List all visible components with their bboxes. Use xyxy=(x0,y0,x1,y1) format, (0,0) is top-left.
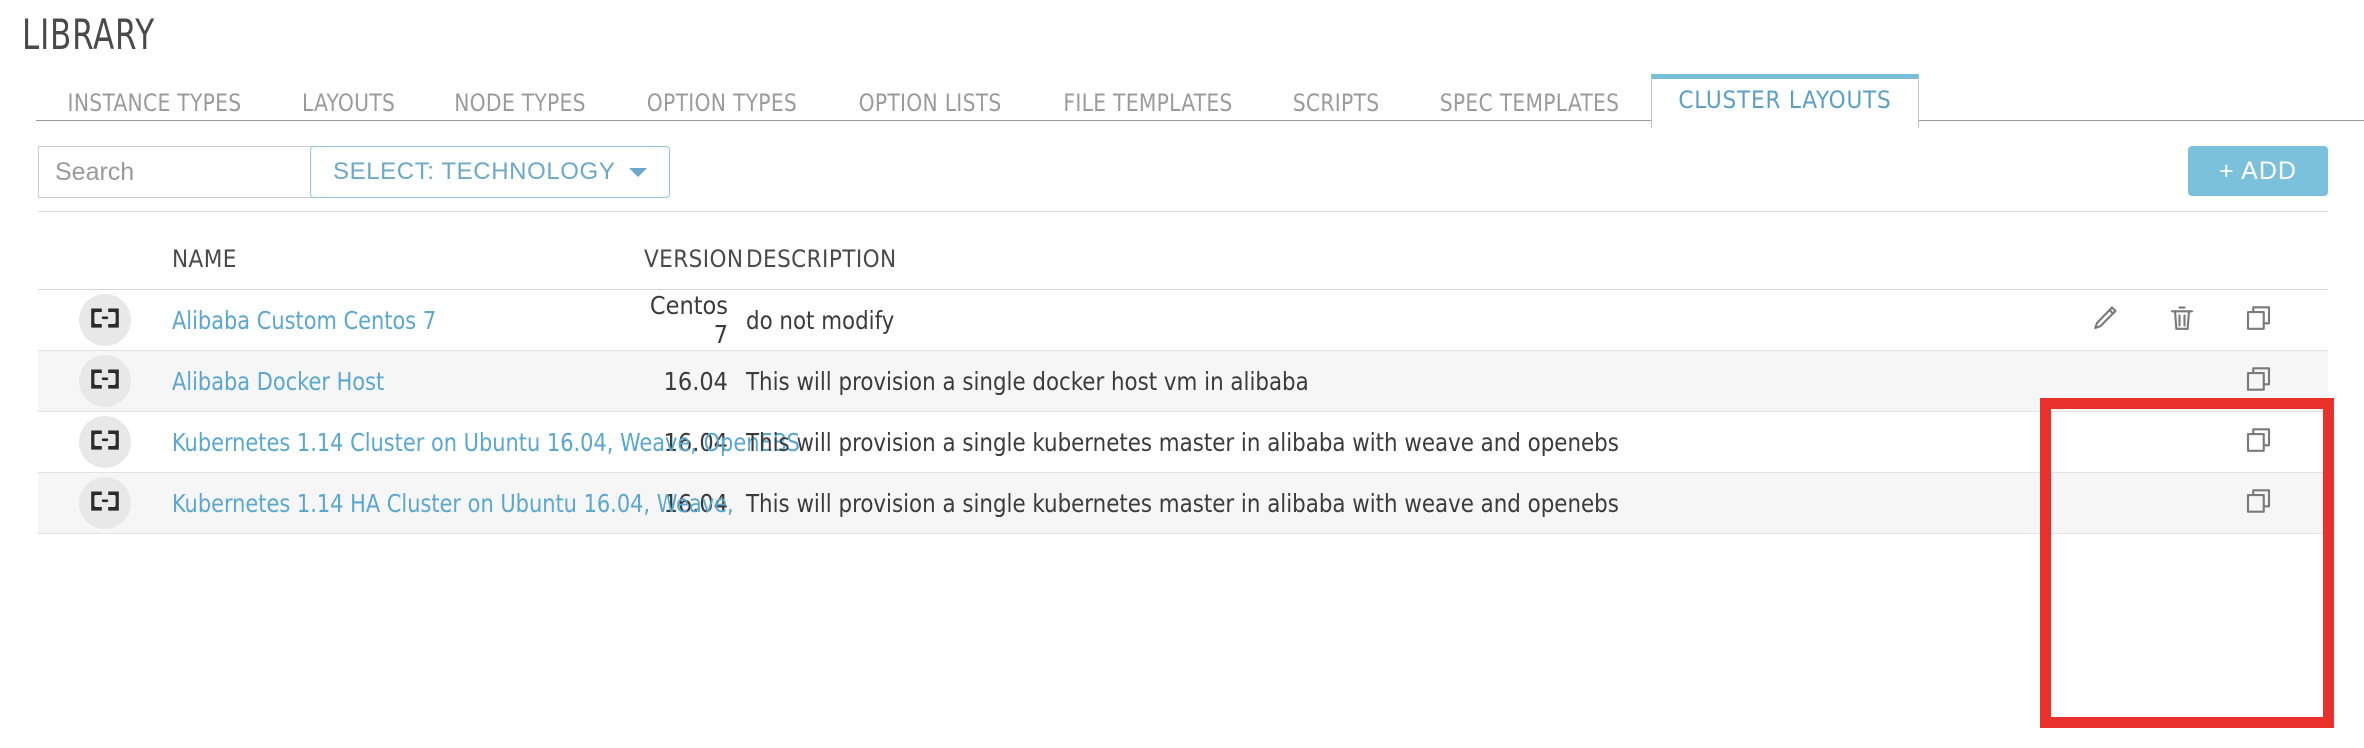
row-icon-cell xyxy=(38,477,172,529)
column-header-description: DESCRIPTION xyxy=(746,244,897,273)
table-header-row: NAME VERSION DESCRIPTION xyxy=(38,228,2328,290)
tab-layouts[interactable]: LAYOUTS xyxy=(278,79,420,129)
cluster-icon xyxy=(88,362,122,401)
technology-filter-dropdown[interactable]: SELECT: TECHNOLOGY xyxy=(310,146,671,198)
layout-name-link[interactable]: Alibaba Docker Host xyxy=(172,367,384,396)
table-body: Alibaba Custom Centos 7 Centos 7 do not mo… xyxy=(38,290,2328,534)
add-button[interactable]: + ADD xyxy=(2188,146,2328,196)
duplicate-button[interactable] xyxy=(2236,419,2282,465)
tab-option-types[interactable]: OPTION TYPES xyxy=(623,79,822,129)
cluster-badge xyxy=(79,294,131,346)
cluster-icon xyxy=(88,484,122,523)
row-name-cell: Kubernetes 1.14 HA Cluster on Ubuntu 16.… xyxy=(172,489,734,518)
row-description-cell: This will provision a single kubernetes … xyxy=(728,428,2036,457)
tab-cluster-layouts[interactable]: CLUSTER LAYOUTS xyxy=(1651,74,1919,128)
cluster-layouts-table: NAME VERSION DESCRIPTION Alibaba Custom … xyxy=(38,228,2328,534)
duplicate-icon xyxy=(2244,303,2274,338)
tab-instance-types[interactable]: INSTANCE TYPES xyxy=(43,79,266,129)
row-description-cell: This will provision a single kubernetes … xyxy=(728,489,2036,518)
cluster-badge xyxy=(79,355,131,407)
duplicate-icon xyxy=(2244,486,2274,521)
duplicate-icon xyxy=(2244,425,2274,460)
delete-button[interactable] xyxy=(2159,297,2205,343)
layout-description: This will provision a single kubernetes … xyxy=(746,427,1619,457)
edit-icon xyxy=(2090,303,2120,338)
layout-description: This will provision a single kubernetes … xyxy=(746,488,1619,518)
tab-list: INSTANCE TYPES LAYOUTS NODE TYPES OPTION TY… xyxy=(36,74,1919,128)
cluster-badge xyxy=(79,416,131,468)
table-row[interactable]: Kubernetes 1.14 HA Cluster on Ubuntu 16.… xyxy=(38,473,2328,534)
edit-button[interactable] xyxy=(2082,297,2128,343)
search-input[interactable] xyxy=(38,146,356,198)
row-name-cell: Alibaba Docker Host xyxy=(172,367,644,396)
row-actions-cell xyxy=(2036,358,2328,404)
delete-icon xyxy=(2167,303,2197,338)
technology-filter-label: SELECT: TECHNOLOGY xyxy=(333,158,616,185)
cluster-icon xyxy=(88,301,122,340)
row-icon-cell xyxy=(38,416,172,468)
layout-name-link[interactable]: Kubernetes 1.14 Cluster on Ubuntu 16.04,… xyxy=(172,428,800,457)
row-description-cell: This will provision a single docker host… xyxy=(728,367,2036,396)
table-row[interactable]: Alibaba Custom Centos 7 Centos 7 do not mo… xyxy=(38,290,2328,351)
layout-name-link[interactable]: Alibaba Custom Centos 7 xyxy=(172,306,436,335)
toolbar-divider xyxy=(38,211,2328,212)
row-icon-cell xyxy=(38,355,172,407)
row-actions-cell xyxy=(2036,297,2328,343)
tab-node-types[interactable]: NODE TYPES xyxy=(430,79,610,129)
layout-description: do not modify xyxy=(746,305,895,335)
duplicate-icon xyxy=(2244,364,2274,399)
column-header-name: NAME xyxy=(172,244,237,273)
row-name-cell: Kubernetes 1.14 Cluster on Ubuntu 16.04,… xyxy=(172,428,800,457)
page-title: LIBRARY xyxy=(22,10,155,59)
row-description-cell: do not modify xyxy=(728,306,2036,335)
toolbar: SELECT: TECHNOLOGY + ADD xyxy=(0,140,2364,212)
row-version-cell: Centos 7 xyxy=(644,291,728,349)
duplicate-button[interactable] xyxy=(2236,297,2282,343)
row-actions-cell xyxy=(2036,480,2328,526)
row-actions-cell xyxy=(2036,419,2328,465)
duplicate-button[interactable] xyxy=(2236,480,2282,526)
chevron-down-icon xyxy=(629,167,648,177)
row-name-cell: Alibaba Custom Centos 7 xyxy=(172,306,644,335)
layout-version: 16.04 xyxy=(663,366,728,396)
tab-scripts[interactable]: SCRIPTS xyxy=(1269,79,1405,129)
row-version-cell: 16.04 xyxy=(644,367,728,396)
duplicate-button[interactable] xyxy=(2236,358,2282,404)
tab-file-templates[interactable]: FILE TEMPLATES xyxy=(1039,79,1257,129)
row-icon-cell xyxy=(38,294,172,346)
table-row[interactable]: Alibaba Docker Host 16.04 This will provis… xyxy=(38,351,2328,412)
cluster-badge xyxy=(79,477,131,529)
layout-name-link[interactable]: Kubernetes 1.14 HA Cluster on Ubuntu 16.… xyxy=(172,489,734,518)
layout-version: Centos 7 xyxy=(649,291,728,349)
tab-bar: INSTANCE TYPES LAYOUTS NODE TYPES OPTION TY… xyxy=(0,74,2364,128)
tab-spec-templates[interactable]: SPEC TEMPLATES xyxy=(1416,79,1644,129)
layout-description: This will provision a single docker host… xyxy=(746,366,1309,396)
table-row[interactable]: Kubernetes 1.14 Cluster on Ubuntu 16.04,… xyxy=(38,412,2328,473)
cluster-icon xyxy=(88,423,122,462)
tab-option-lists[interactable]: OPTION LISTS xyxy=(834,79,1026,129)
